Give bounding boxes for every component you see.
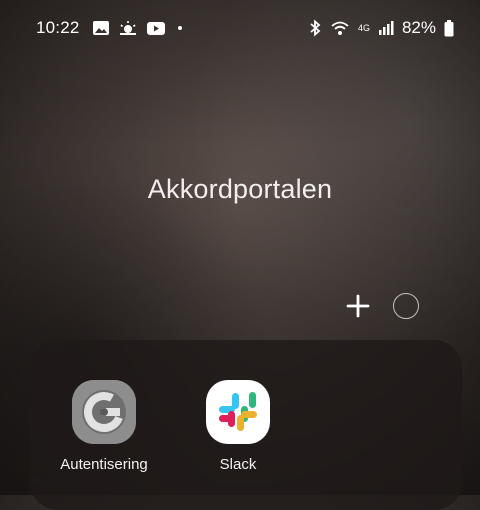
- app-label-slack: Slack: [219, 456, 257, 473]
- slack-icon: [206, 380, 270, 444]
- status-bar: 10:22 4G 82%: [0, 0, 480, 56]
- google-authenticator-icon: [72, 380, 136, 444]
- notification-dot-icon: [177, 26, 182, 30]
- wifi-icon: [330, 20, 350, 36]
- plus-icon: [346, 294, 370, 318]
- app-label-autentisering: Autentisering: [60, 456, 148, 473]
- page-indicator-dot[interactable]: [393, 293, 419, 319]
- network-type-icon: 4G: [357, 22, 370, 33]
- status-right: 4G 82%: [308, 18, 454, 38]
- folder-title[interactable]: Akkordportalen: [0, 174, 480, 205]
- status-time: 10:22: [36, 18, 80, 37]
- gallery-icon: [92, 20, 110, 36]
- add-app-button[interactable]: [340, 288, 376, 324]
- app-autentisering[interactable]: Autentisering: [49, 380, 159, 473]
- battery-percent: 82%: [401, 18, 436, 37]
- battery-icon: [444, 19, 454, 37]
- app-slack[interactable]: Slack: [183, 380, 293, 473]
- signal-icon: [378, 20, 394, 36]
- network-type-label: 4G: [357, 22, 370, 33]
- status-left: 10:22: [36, 18, 182, 38]
- weather-icon: [118, 20, 138, 36]
- bluetooth-icon: [308, 19, 322, 37]
- youtube-icon: [146, 21, 166, 36]
